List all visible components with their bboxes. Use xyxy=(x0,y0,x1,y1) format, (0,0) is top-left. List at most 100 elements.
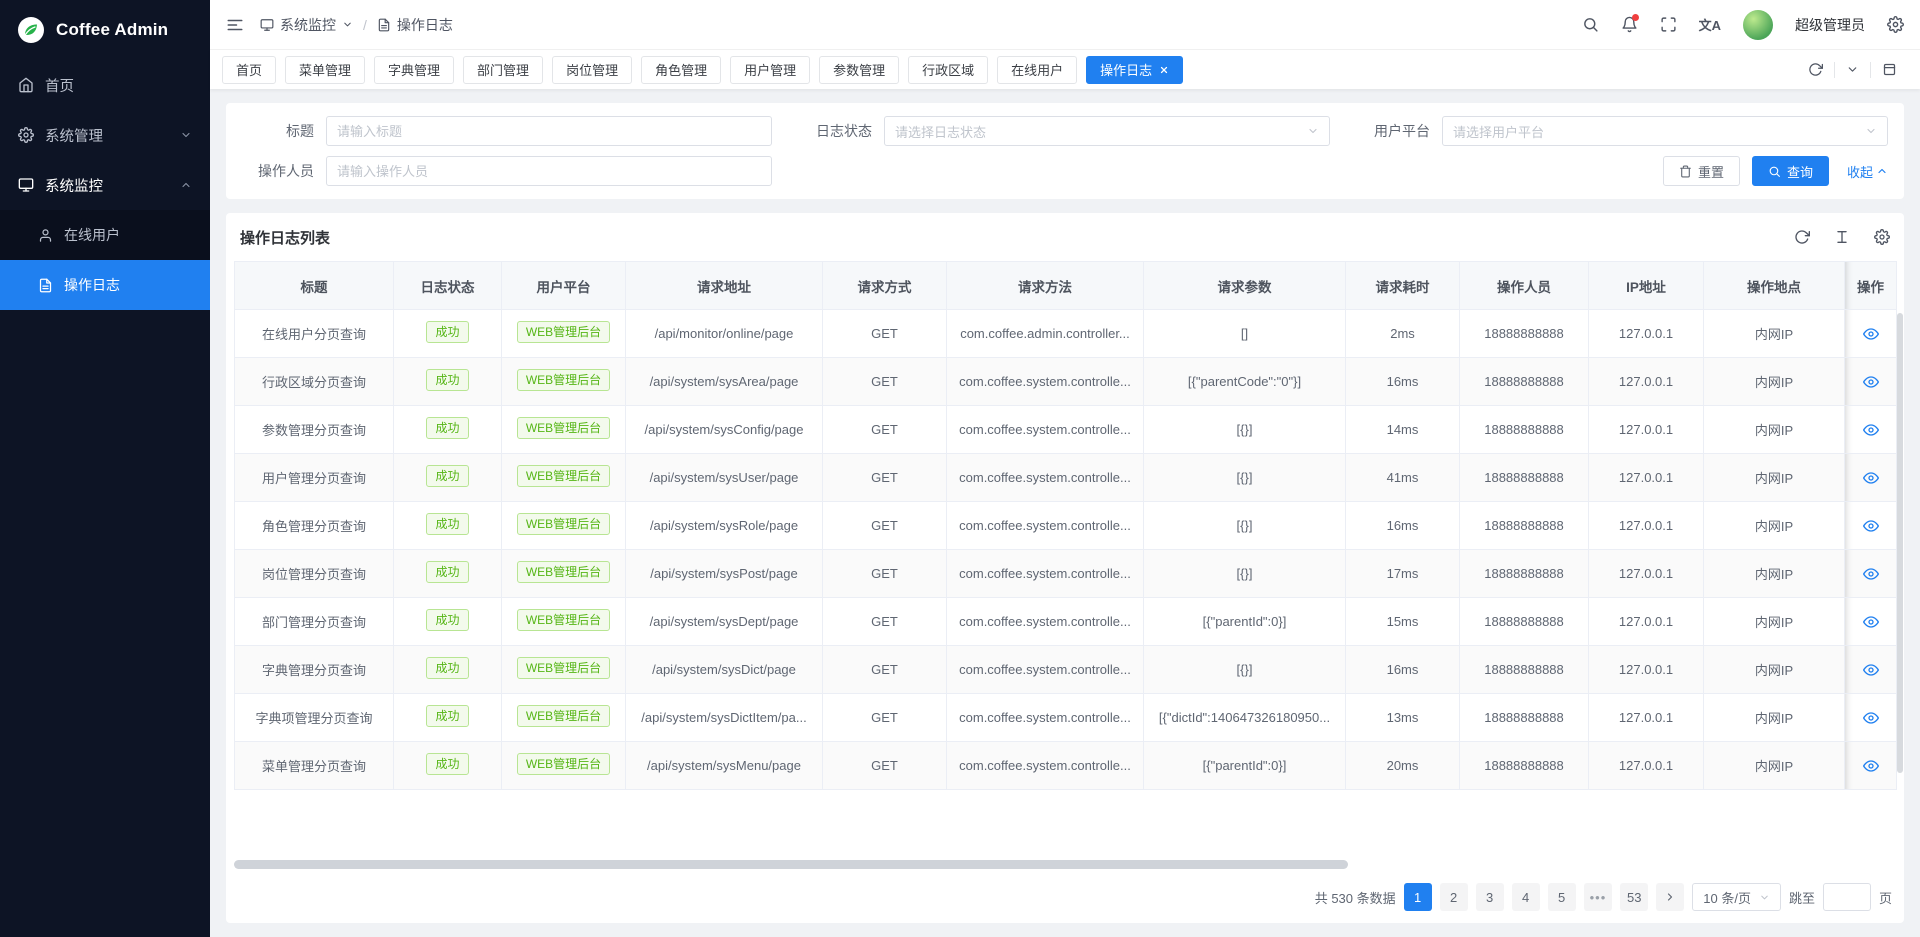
search-icon[interactable] xyxy=(1582,16,1599,33)
operator-filter-label: 操作人员 xyxy=(242,161,314,181)
cell-actions xyxy=(1845,310,1897,358)
breadcrumb-item-system-monitor[interactable]: 系统监控 xyxy=(260,15,353,35)
cell-location: 内网IP xyxy=(1704,502,1845,550)
cell-actions xyxy=(1845,742,1897,790)
collapse-sidebar-icon[interactable] xyxy=(226,16,244,34)
content-fullscreen-icon[interactable] xyxy=(1871,56,1908,84)
sidebar-item-home[interactable]: 首页 xyxy=(0,60,210,110)
fullscreen-icon[interactable] xyxy=(1660,16,1677,33)
next-page-button[interactable] xyxy=(1656,883,1684,911)
reset-button-label: 重置 xyxy=(1698,162,1724,181)
tab[interactable]: 首页 xyxy=(222,56,276,84)
sidebar-item-online-users[interactable]: 在线用户 xyxy=(0,210,210,260)
user-platform-select[interactable]: 请选择用户平台 xyxy=(1442,116,1888,146)
page-button[interactable]: 1 xyxy=(1404,883,1432,911)
sidebar-item-operation-log[interactable]: 操作日志 xyxy=(0,260,210,310)
monitor-icon xyxy=(18,177,34,193)
page-button[interactable]: 53 xyxy=(1620,883,1648,911)
tab[interactable]: 用户管理 xyxy=(730,56,810,84)
cell-request-params: [{}] xyxy=(1144,502,1346,550)
view-log-detail-icon[interactable] xyxy=(1863,422,1879,438)
view-log-detail-icon[interactable] xyxy=(1863,614,1879,630)
monitor-icon xyxy=(260,18,274,32)
page-button[interactable]: 3 xyxy=(1476,883,1504,911)
cell-request-method: GET xyxy=(823,646,947,694)
horizontal-scrollbar[interactable] xyxy=(234,860,1348,869)
tab-label: 在线用户 xyxy=(1011,60,1063,79)
view-log-detail-icon[interactable] xyxy=(1863,710,1879,726)
page-button[interactable]: 4 xyxy=(1512,883,1540,911)
page-button[interactable]: 5 xyxy=(1548,883,1576,911)
query-button-label: 查询 xyxy=(1787,162,1813,181)
view-log-detail-icon[interactable] xyxy=(1863,326,1879,342)
jump-page-input[interactable] xyxy=(1823,883,1871,911)
chevron-down-icon xyxy=(1865,125,1877,137)
reset-button[interactable]: 重置 xyxy=(1663,156,1740,186)
breadcrumb-item-operation-log[interactable]: 操作日志 xyxy=(377,15,453,35)
tab[interactable]: 字典管理 xyxy=(374,56,454,84)
tab[interactable]: 部门管理 xyxy=(463,56,543,84)
sidebar-item-system-management[interactable]: 系统管理 xyxy=(0,110,210,160)
view-log-detail-icon[interactable] xyxy=(1863,566,1879,582)
cell-ip: 127.0.0.1 xyxy=(1589,646,1704,694)
vertical-scrollbar[interactable] xyxy=(1897,313,1903,773)
cell-status: 成功 xyxy=(394,550,502,598)
avatar[interactable] xyxy=(1743,10,1773,40)
title-input[interactable] xyxy=(337,124,761,139)
view-log-detail-icon[interactable] xyxy=(1863,758,1879,774)
row-density-icon[interactable] xyxy=(1834,229,1850,245)
collapse-filters-link[interactable]: 收起 xyxy=(1847,162,1888,181)
view-log-detail-icon[interactable] xyxy=(1863,374,1879,390)
log-status-select[interactable]: 请选择日志状态 xyxy=(884,116,1330,146)
tab[interactable]: 操作日志 xyxy=(1086,56,1183,84)
cell-request-function: com.coffee.system.controlle... xyxy=(947,454,1144,502)
view-log-detail-icon[interactable] xyxy=(1863,470,1879,486)
cell-duration: 16ms xyxy=(1346,646,1460,694)
view-log-detail-icon[interactable] xyxy=(1863,518,1879,534)
translate-icon[interactable]: 文A xyxy=(1699,15,1721,34)
cell-request-method: GET xyxy=(823,358,947,406)
filter-panel: 标题 日志状态 请选择日志状态 用户平台 xyxy=(226,103,1904,199)
cell-request-method: GET xyxy=(823,598,947,646)
app-logo[interactable]: Coffee Admin xyxy=(0,0,210,60)
jump-suffix-label: 页 xyxy=(1879,888,1892,907)
cell-ip: 127.0.0.1 xyxy=(1589,358,1704,406)
operator-filter-field xyxy=(326,156,772,186)
cell-status: 成功 xyxy=(394,310,502,358)
tab[interactable]: 菜单管理 xyxy=(285,56,365,84)
tab[interactable]: 在线用户 xyxy=(997,56,1077,84)
cell-actions xyxy=(1845,406,1897,454)
status-badge: 成功 xyxy=(426,321,468,343)
tab[interactable]: 参数管理 xyxy=(819,56,899,84)
view-log-detail-icon[interactable] xyxy=(1863,662,1879,678)
sidebar-item-system-monitor[interactable]: 系统监控 xyxy=(0,160,210,210)
cell-actions xyxy=(1845,358,1897,406)
page-size-select[interactable]: 10 条/页 xyxy=(1692,883,1781,911)
cell-duration: 2ms xyxy=(1346,310,1460,358)
tab-close-icon[interactable] xyxy=(1159,65,1169,75)
page-more-button[interactable]: ••• xyxy=(1584,883,1613,911)
page-button[interactable]: 2 xyxy=(1440,883,1468,911)
file-text-icon xyxy=(377,18,391,32)
notifications-bell-icon[interactable] xyxy=(1621,16,1638,33)
tab[interactable]: 岗位管理 xyxy=(552,56,632,84)
topbar-actions: 文A 超级管理员 xyxy=(1582,10,1904,40)
table-row: 用户管理分页查询 成功 WEB管理后台 /api/system/sysUser/… xyxy=(235,454,1897,502)
cell-duration: 15ms xyxy=(1346,598,1460,646)
cell-request-function: com.coffee.admin.controller... xyxy=(947,310,1144,358)
cell-status: 成功 xyxy=(394,694,502,742)
operator-input[interactable] xyxy=(337,164,761,179)
refresh-table-icon[interactable] xyxy=(1794,229,1810,245)
tab-actions-dropdown-icon[interactable] xyxy=(1835,56,1870,84)
tab[interactable]: 行政区域 xyxy=(908,56,988,84)
settings-gear-icon[interactable] xyxy=(1887,16,1904,33)
column-settings-gear-icon[interactable] xyxy=(1874,229,1890,245)
current-user-name[interactable]: 超级管理员 xyxy=(1795,15,1865,35)
chevron-down-icon xyxy=(1307,125,1319,137)
refresh-page-icon[interactable] xyxy=(1797,56,1834,84)
app-title: Coffee Admin xyxy=(56,20,168,40)
tab[interactable]: 角色管理 xyxy=(641,56,721,84)
query-button[interactable]: 查询 xyxy=(1752,156,1829,186)
cell-duration: 20ms xyxy=(1346,742,1460,790)
cell-title: 部门管理分页查询 xyxy=(235,598,394,646)
